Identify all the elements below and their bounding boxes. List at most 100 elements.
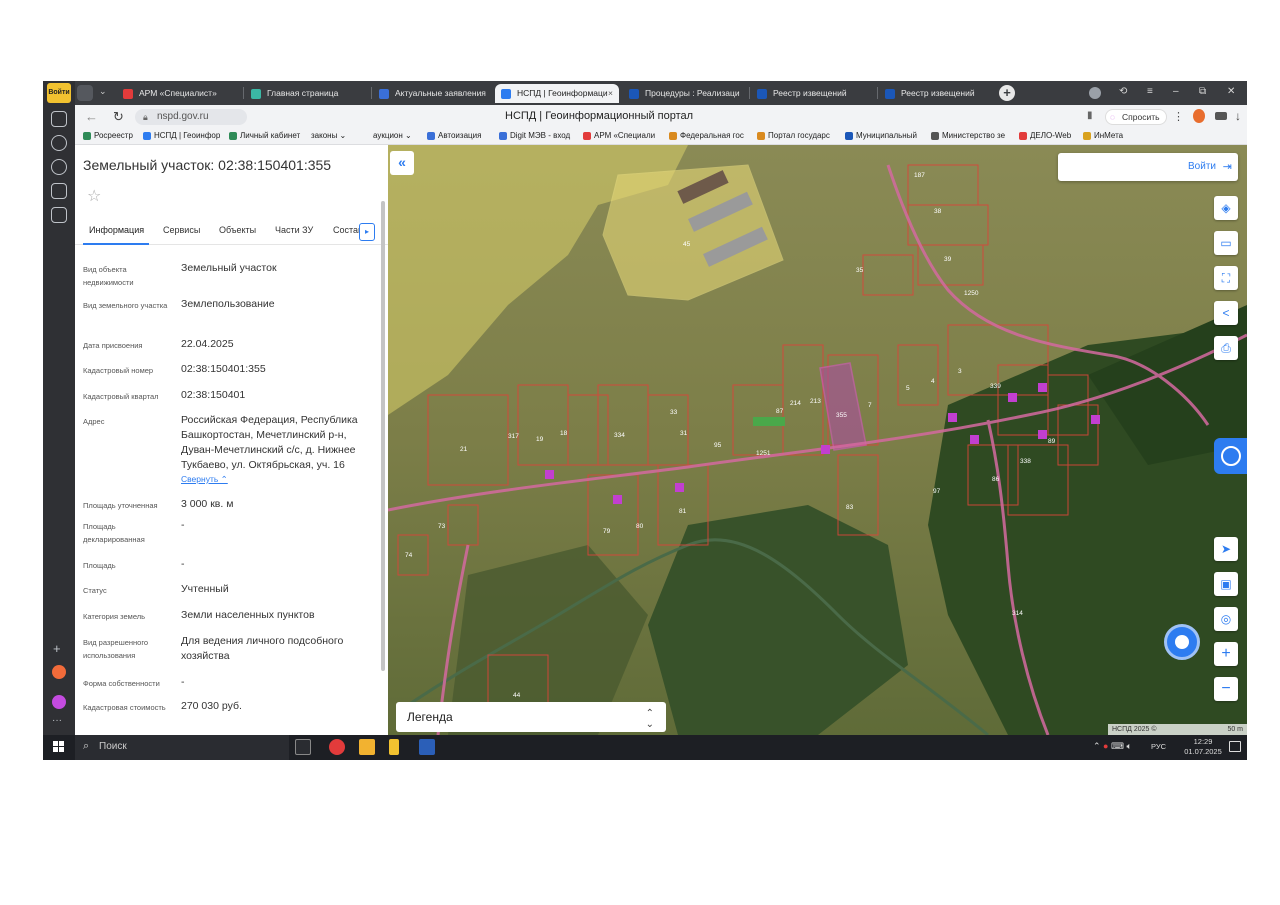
support-chat-tab[interactable] xyxy=(1214,438,1247,474)
tab-procedures[interactable]: Процедуры : Реализаци xyxy=(623,84,747,103)
alice-icon: ◌ xyxy=(1110,112,1116,122)
bookmark-delo[interactable]: ДЕЛО-Web xyxy=(1019,131,1071,140)
panel-scrollbar[interactable] xyxy=(381,201,385,671)
ask-button[interactable]: ◌ Спросить xyxy=(1105,109,1167,125)
collapse-panel-button[interactable]: « xyxy=(390,151,414,175)
windows-start-icon[interactable] xyxy=(53,741,65,753)
star-icon[interactable]: ☆ xyxy=(87,186,101,206)
panel-title: Земельный участок: 02:38:150401:355 xyxy=(83,157,332,173)
yandex-login-badge[interactable]: Войти xyxy=(47,83,71,103)
measure-button[interactable]: ▭ xyxy=(1214,231,1238,255)
bookmark-federal[interactable]: Федеральная гос xyxy=(669,131,744,140)
print-button[interactable]: ⎙ xyxy=(1214,336,1238,360)
explorer-icon[interactable] xyxy=(359,739,375,755)
page-title: НСПД | Геоинформационный портал xyxy=(505,110,694,122)
tab-favicon xyxy=(251,89,261,99)
download-icon[interactable]: ↓ xyxy=(1235,109,1241,123)
login-button[interactable]: Войти ⇥ xyxy=(1058,153,1238,181)
tabs-icon[interactable] xyxy=(51,111,67,127)
zoom-out-button[interactable]: − xyxy=(1214,677,1238,701)
tab-home[interactable]: Главная страница xyxy=(245,84,369,103)
bookmarks-icon[interactable]: ⟲ xyxy=(1119,86,1127,97)
extension-icon[interactable] xyxy=(1193,109,1205,123)
minus-icon: − xyxy=(1221,680,1231,697)
history-icon[interactable] xyxy=(51,135,67,151)
tab-registry-2[interactable]: Реестр извещений xyxy=(879,84,999,103)
chevron-down-icon[interactable]: ⌄ xyxy=(99,86,107,97)
plus-icon: + xyxy=(1221,645,1231,662)
collapse-link[interactable]: Свернуть ⌃ xyxy=(181,474,228,484)
plot-label: 95 xyxy=(714,442,722,449)
profile-icon[interactable] xyxy=(77,85,93,101)
close-window-icon[interactable]: ✕ xyxy=(1227,86,1235,97)
search-map-button[interactable]: ◎ xyxy=(1214,607,1238,631)
add-icon[interactable]: + xyxy=(53,641,61,656)
tab-objects[interactable]: Объекты xyxy=(219,225,256,235)
media-icon[interactable] xyxy=(51,159,67,175)
more-vertical-icon[interactable]: ⋮ xyxy=(1173,110,1184,123)
plot-label: 31 xyxy=(680,430,688,437)
back-icon[interactable]: ← xyxy=(85,109,98,124)
close-tab-icon[interactable]: × xyxy=(608,84,613,103)
chat-bubble-icon xyxy=(1175,635,1189,649)
tab-registry-1[interactable]: Реестр извещений xyxy=(751,84,875,103)
bookmark-icon[interactable]: ▮ xyxy=(1087,110,1093,121)
bookmark-nspd[interactable]: НСПД | Геоинфор xyxy=(143,131,220,140)
zoom-in-button[interactable]: + xyxy=(1214,642,1238,666)
tab-arm[interactable]: АРМ «Специалист» xyxy=(117,84,241,103)
bookmark-arm[interactable]: АРМ «Специали xyxy=(583,131,655,140)
bookmark-municipal[interactable]: Муниципальный xyxy=(845,131,917,140)
folder-icon[interactable] xyxy=(389,739,399,755)
bookmark-inmeta[interactable]: ИнМета xyxy=(1083,131,1123,140)
yandex-browser-icon[interactable] xyxy=(329,739,345,755)
plot-label: 38 xyxy=(934,208,942,215)
map-view[interactable]: 187 38 39 35 1250 45 5 4 3 339 87 214 21… xyxy=(388,145,1247,735)
legend-dropdown[interactable]: Легенда ⌃ ⌄ xyxy=(396,702,666,732)
word-icon[interactable] xyxy=(419,739,435,755)
bookmark-auth[interactable]: Автоизация xyxy=(427,131,481,140)
alice-icon[interactable] xyxy=(52,695,66,709)
reload-icon[interactable]: ↻ xyxy=(113,109,124,125)
menu-icon[interactable]: ≡ xyxy=(1147,86,1153,97)
tab-services[interactable]: Сервисы xyxy=(163,225,200,235)
clock[interactable]: 12:29 01.07.2025 xyxy=(1183,737,1223,757)
account-icon[interactable] xyxy=(1089,87,1101,99)
bookmark-folder-auction[interactable]: аукцион ⌄ xyxy=(373,131,412,140)
language-indicator[interactable]: РУС xyxy=(1151,742,1166,751)
system-tray[interactable]: ⌃ ● ⌨ 🔈︎ xyxy=(1093,741,1132,752)
gallery-icon[interactable] xyxy=(51,207,67,223)
tab-nspd[interactable]: НСПД | Геоинформаци × xyxy=(495,84,619,103)
chat-button[interactable] xyxy=(1164,624,1200,660)
taskbar-search[interactable]: ⌕ Поиск xyxy=(75,735,289,760)
bookmark-folder-laws[interactable]: законы ⌄ xyxy=(311,131,346,140)
tray-app-icon[interactable]: ● xyxy=(1103,741,1108,751)
tab-parts[interactable]: Части ЗУ xyxy=(275,225,313,235)
restore-icon[interactable]: ⧉ xyxy=(1199,86,1206,97)
tab-applications[interactable]: Актуальные заявления xyxy=(373,84,493,103)
notes-icon[interactable] xyxy=(51,183,67,199)
share-button[interactable]: < xyxy=(1214,301,1238,325)
bookmark-cabinet[interactable]: Личный кабинет xyxy=(229,131,300,140)
tab-information[interactable]: Информация xyxy=(89,225,144,235)
minimize-icon[interactable]: – xyxy=(1173,86,1179,97)
bookmark-gosuslugi[interactable]: Портал государс xyxy=(757,131,830,140)
tabs-scroll-right-button[interactable]: ▸ xyxy=(359,223,375,241)
plot-label: 1250 xyxy=(964,290,979,297)
layers-button[interactable]: ◈ xyxy=(1214,196,1238,220)
extensions-icon[interactable] xyxy=(1215,112,1227,120)
select-area-button[interactable]: ⛶ xyxy=(1214,266,1238,290)
more-icon[interactable]: ··· xyxy=(52,715,62,726)
new-tab-button[interactable]: + xyxy=(999,85,1015,101)
plot-label: 44 xyxy=(513,692,521,699)
basemap-button[interactable]: ▣ xyxy=(1214,572,1238,596)
plot-label: 4 xyxy=(931,378,935,385)
tab-composition[interactable]: Состав xyxy=(333,225,359,235)
market-icon[interactable] xyxy=(52,665,66,679)
geolocation-button[interactable]: ➤ xyxy=(1214,537,1238,561)
task-view-icon[interactable] xyxy=(295,739,311,755)
bookmark-rosreestr[interactable]: Росреестр xyxy=(83,131,133,140)
notifications-icon[interactable] xyxy=(1229,741,1241,752)
url-field[interactable]: 🔒︎ nspd.gov.ru xyxy=(135,109,247,125)
bookmark-ministry[interactable]: Министерство зе xyxy=(931,131,1005,140)
bookmark-digit[interactable]: Digit МЭВ - вход xyxy=(499,131,570,140)
